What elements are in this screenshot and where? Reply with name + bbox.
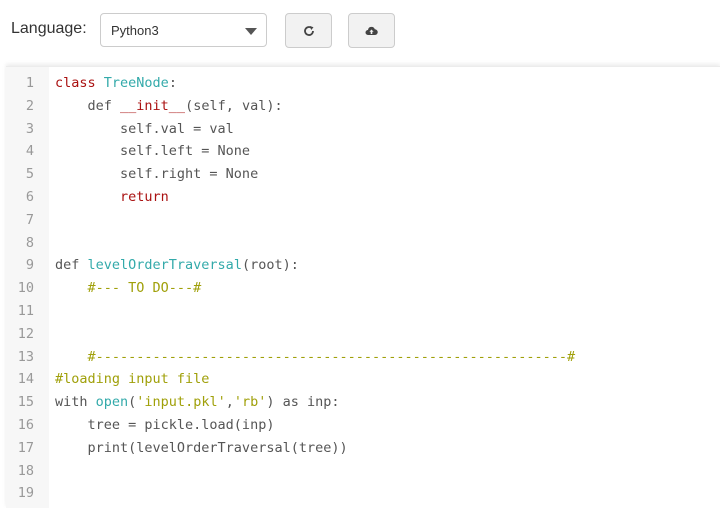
line-number: 14: [17, 371, 34, 388]
code-line[interactable]: 10 #--- TO DO---#: [6, 277, 720, 300]
code-token: return: [120, 188, 169, 205]
code-text: #--- TO DO---#: [55, 277, 202, 300]
code-token: TreeNode: [103, 75, 169, 91]
code-text: self.left = None: [55, 140, 250, 163]
line-number: 1: [25, 75, 34, 91]
code-line[interactable]: 18: [6, 460, 720, 483]
code-editor[interactable]: 1 class TreeNode: 2 def __init__(self, val…: [6, 66, 720, 508]
code-text: def levelOrderTraversal(root):: [55, 254, 299, 277]
code-token: (self, val):: [185, 97, 283, 114]
toolbar: Language: Python3: [0, 0, 720, 62]
code-token: ) as inp:: [266, 394, 340, 411]
code-token: ,: [225, 394, 234, 411]
cloud-upload-icon: [365, 26, 378, 36]
code-line[interactable]: 17 print(levelOrderTraversal(tree)): [6, 437, 720, 460]
line-number: 5: [25, 166, 34, 183]
line-number: 18: [17, 462, 34, 479]
code-text: self.right = None: [55, 163, 258, 186]
code-text: return: [55, 186, 169, 209]
line-number: 16: [17, 416, 34, 433]
code-line[interactable]: 14 #loading input file: [6, 368, 720, 391]
language-select[interactable]: Python3: [100, 13, 267, 47]
reload-icon: [303, 25, 315, 37]
code-line[interactable]: 9 def levelOrderTraversal(root):: [6, 254, 720, 277]
code-text: print(levelOrderTraversal(tree)): [55, 437, 348, 460]
line-number: 7: [25, 211, 34, 228]
line-number: 11: [17, 302, 34, 319]
code-token: #loading input file: [55, 371, 210, 388]
line-number: 4: [25, 143, 34, 160]
line-number: 13: [17, 348, 34, 365]
code-token: self.right = None: [55, 166, 259, 183]
line-number: 9: [25, 257, 34, 274]
line-number: 8: [25, 234, 34, 251]
code-token: 'input.pkl': [136, 394, 226, 411]
reload-button[interactable]: [285, 13, 332, 48]
code-token: print(levelOrderTraversal(tree)): [55, 439, 348, 456]
code-token: def: [55, 97, 121, 114]
line-number: 12: [17, 325, 34, 342]
code-token: 'rb': [233, 394, 267, 411]
code-token: (root):: [241, 257, 299, 274]
code-line[interactable]: 16 tree = pickle.load(inp): [6, 414, 720, 437]
code-token: #---------------------------------------…: [55, 348, 576, 365]
code-token: __init__: [120, 97, 186, 114]
line-number: 6: [25, 188, 34, 205]
upload-button[interactable]: [348, 13, 395, 48]
code-line[interactable]: 12: [6, 323, 720, 346]
code-line[interactable]: 3 self.val = val: [6, 118, 720, 141]
code-line[interactable]: 11: [6, 300, 720, 323]
code-token: def: [55, 257, 88, 274]
code-lines: 1 class TreeNode: 2 def __init__(self, val…: [6, 72, 720, 505]
code-text: self.val = val: [55, 118, 234, 141]
code-token: levelOrderTraversal: [87, 257, 242, 274]
code-line[interactable]: 5 self.right = None: [6, 163, 720, 186]
code-token: with: [55, 394, 96, 411]
code-token: self.val = val: [55, 120, 234, 137]
code-text: #loading input file: [55, 368, 209, 391]
line-number: 3: [25, 120, 34, 137]
code-line[interactable]: 6 return: [6, 186, 720, 209]
language-select-value: Python3: [111, 23, 159, 38]
code-token: self.left = None: [55, 143, 251, 160]
line-number: 2: [25, 97, 34, 114]
line-number: 15: [17, 394, 34, 411]
code-text: def __init__(self, val):: [55, 95, 283, 118]
code-line[interactable]: 4 self.left = None: [6, 140, 720, 163]
line-number: 17: [17, 439, 34, 456]
line-number: 10: [17, 280, 34, 297]
code-line[interactable]: 15 with open('input.pkl','rb') as inp:: [6, 391, 720, 414]
line-number: 19: [17, 485, 34, 502]
code-text: class TreeNode:: [55, 72, 177, 95]
code-line[interactable]: 1 class TreeNode:: [6, 72, 720, 95]
code-line[interactable]: 7: [6, 209, 720, 232]
code-line[interactable]: 19: [6, 482, 720, 505]
code-token: class: [55, 75, 104, 91]
code-text: #---------------------------------------…: [55, 346, 576, 369]
code-token: :: [168, 75, 177, 91]
code-token: #--- TO DO---#: [55, 280, 202, 297]
code-token: tree = pickle.load(inp): [55, 416, 275, 433]
code-text: with open('input.pkl','rb') as inp:: [55, 391, 340, 414]
language-label: Language:: [11, 20, 87, 37]
chevron-down-icon: [245, 28, 257, 35]
code-text: tree = pickle.load(inp): [55, 414, 275, 437]
code-token: open: [95, 394, 129, 411]
code-line[interactable]: 8: [6, 232, 720, 255]
code-line[interactable]: 2 def __init__(self, val):: [6, 95, 720, 118]
code-line[interactable]: 13 #------------------------------------…: [6, 346, 720, 369]
